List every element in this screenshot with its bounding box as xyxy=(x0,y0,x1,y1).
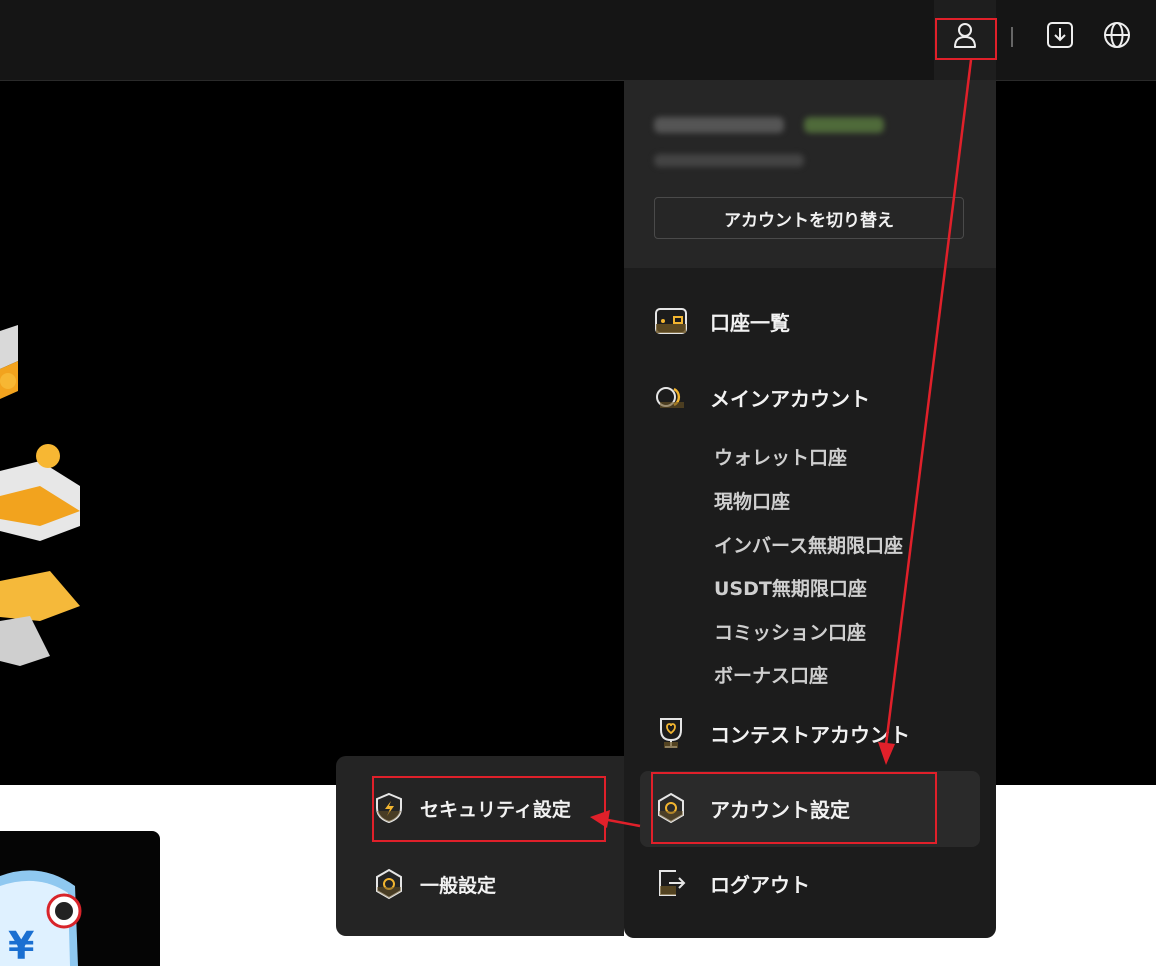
menu-label: 一般設定 xyxy=(420,874,497,897)
download-icon[interactable] xyxy=(1040,15,1080,55)
sub-item-wallet[interactable]: ウォレット口座 xyxy=(714,443,847,470)
vip-badge-redacted xyxy=(804,117,884,133)
trophy-icon xyxy=(654,716,688,750)
crypto-illustration xyxy=(0,325,80,666)
menu-item-general-settings[interactable]: 一般設定 xyxy=(372,867,496,901)
username-redacted xyxy=(654,117,784,133)
header-divider xyxy=(1011,27,1013,47)
sub-item-spot[interactable]: 現物口座 xyxy=(714,487,790,514)
svg-text:¥: ¥ xyxy=(8,924,34,966)
profile-section: アカウントを切り替え xyxy=(624,80,996,268)
main-account-icon xyxy=(654,380,688,414)
annotation-box-account-settings xyxy=(651,772,937,844)
sub-item-inverse-perpetual[interactable]: インバース無期限口座 xyxy=(714,531,903,558)
globe-icon[interactable] xyxy=(1097,15,1137,55)
annotation-box-security-settings xyxy=(372,776,606,842)
menu-label: コンテストアカウント xyxy=(710,722,910,747)
switch-account-button[interactable]: アカウントを切り替え xyxy=(654,197,964,239)
menu-label: ログアウト xyxy=(710,872,810,897)
promo-card[interactable]: ¥ xyxy=(0,831,160,968)
menu-label: メインアカウント xyxy=(710,386,870,411)
menu-item-contest-account[interactable]: コンテストアカウント xyxy=(654,716,910,750)
menu-item-main-account[interactable]: メインアカウント xyxy=(654,380,870,414)
sub-item-usdt-perpetual[interactable]: USDT無期限口座 xyxy=(714,574,867,601)
sub-item-bonus[interactable]: ボーナス口座 xyxy=(714,661,828,688)
uid-redacted xyxy=(654,154,804,167)
menu-item-account-list[interactable]: 口座一覧 xyxy=(654,304,790,338)
annotation-box-user-icon xyxy=(935,18,997,60)
logout-icon xyxy=(654,866,688,900)
hexagon-icon xyxy=(372,867,406,901)
menu-label: 口座一覧 xyxy=(710,310,790,335)
sub-item-commission[interactable]: コミッション口座 xyxy=(714,618,866,645)
menu-item-logout[interactable]: ログアウト xyxy=(654,866,810,900)
wallet-icon xyxy=(654,304,688,338)
yen-shield-illustration: ¥ xyxy=(0,870,82,968)
